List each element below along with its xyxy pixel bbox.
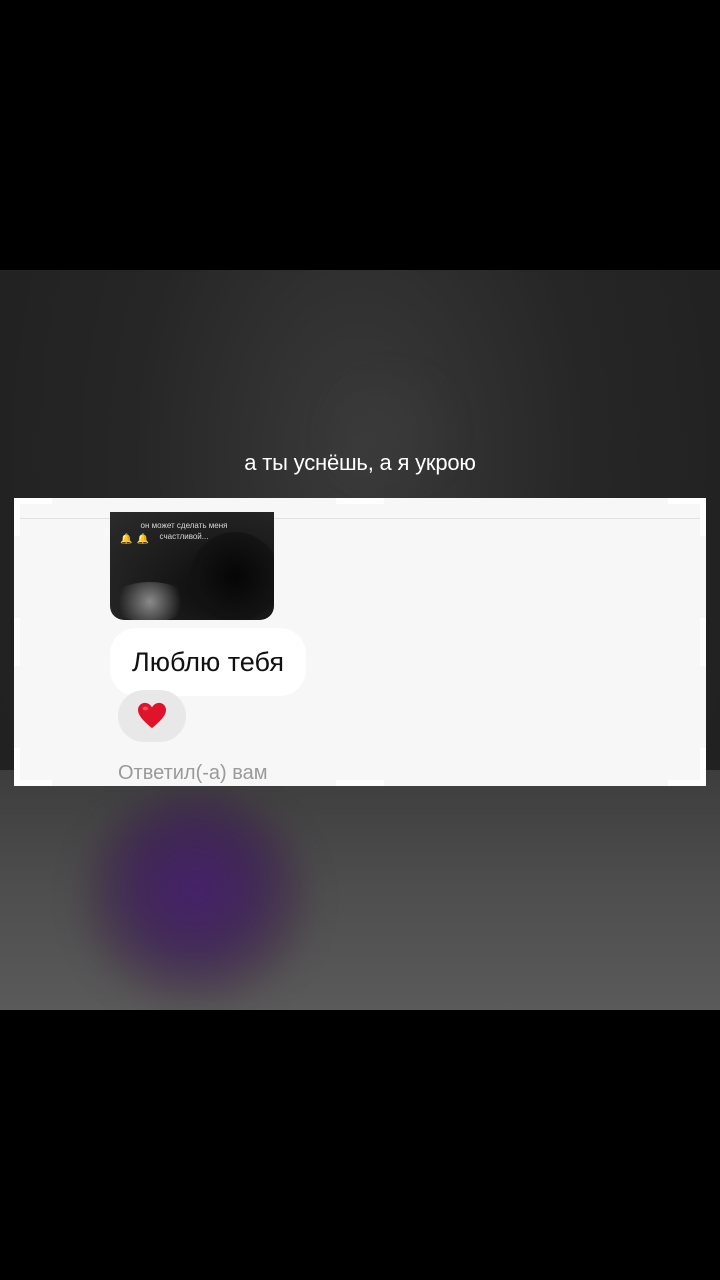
- message-bubble[interactable]: Люблю тебя: [110, 628, 306, 696]
- crop-handle-bottom-left-v[interactable]: [14, 748, 20, 786]
- message-text: Люблю тебя: [132, 646, 284, 677]
- crop-handle-right-middle[interactable]: [700, 618, 706, 666]
- crop-handle-top-left-v[interactable]: [14, 498, 20, 536]
- reaction-badge[interactable]: [118, 690, 186, 742]
- bell-icons: 🔔🔔: [120, 534, 153, 545]
- crop-handle-left-middle[interactable]: [14, 618, 20, 666]
- thumbnail-silhouette: [190, 532, 274, 620]
- crop-handle-bottom-right-v[interactable]: [700, 748, 706, 786]
- thumbnail-light: [110, 582, 190, 620]
- blurred-purple-shape: [80, 790, 310, 1010]
- video-stage: а ты уснёшь, а я укрою он может сделать …: [0, 0, 720, 1280]
- replied-label: Ответил(-а) вам: [118, 762, 268, 784]
- story-preview-thumbnail[interactable]: он может сделать меня счастливой... 🔔🔔: [110, 512, 274, 620]
- crop-handle-bottom-center[interactable]: [336, 780, 384, 786]
- heart-icon: [138, 702, 166, 729]
- chat-screenshot-card: он может сделать меня счастливой... 🔔🔔 Л…: [14, 498, 706, 786]
- crop-handle-top-right-v[interactable]: [700, 498, 706, 536]
- crop-handle-top-center[interactable]: [336, 498, 384, 504]
- video-caption: а ты уснёшь, а я укрою: [244, 450, 476, 475]
